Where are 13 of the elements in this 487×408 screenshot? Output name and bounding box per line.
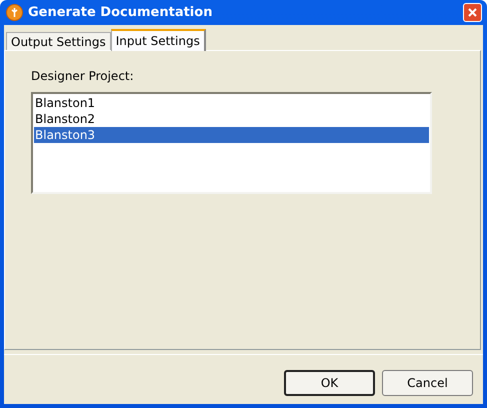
list-item[interactable]: Blanston2: [34, 111, 429, 127]
close-button[interactable]: [463, 3, 482, 22]
tab[interactable]: Input Settings: [110, 29, 206, 51]
list-item[interactable]: Blanston1: [34, 95, 429, 111]
tab[interactable]: Output Settings: [6, 32, 111, 51]
project-list[interactable]: Blanston1 Blanston2 Blanston3: [31, 92, 432, 194]
close-icon: [468, 8, 477, 17]
app-icon: [6, 4, 23, 21]
list-item[interactable]: Blanston3: [34, 127, 429, 143]
ok-button[interactable]: OK: [284, 370, 375, 396]
cancel-button[interactable]: Cancel: [382, 370, 473, 396]
window-title: Generate Documentation: [28, 5, 214, 20]
field-label: Designer Project:: [31, 69, 134, 83]
